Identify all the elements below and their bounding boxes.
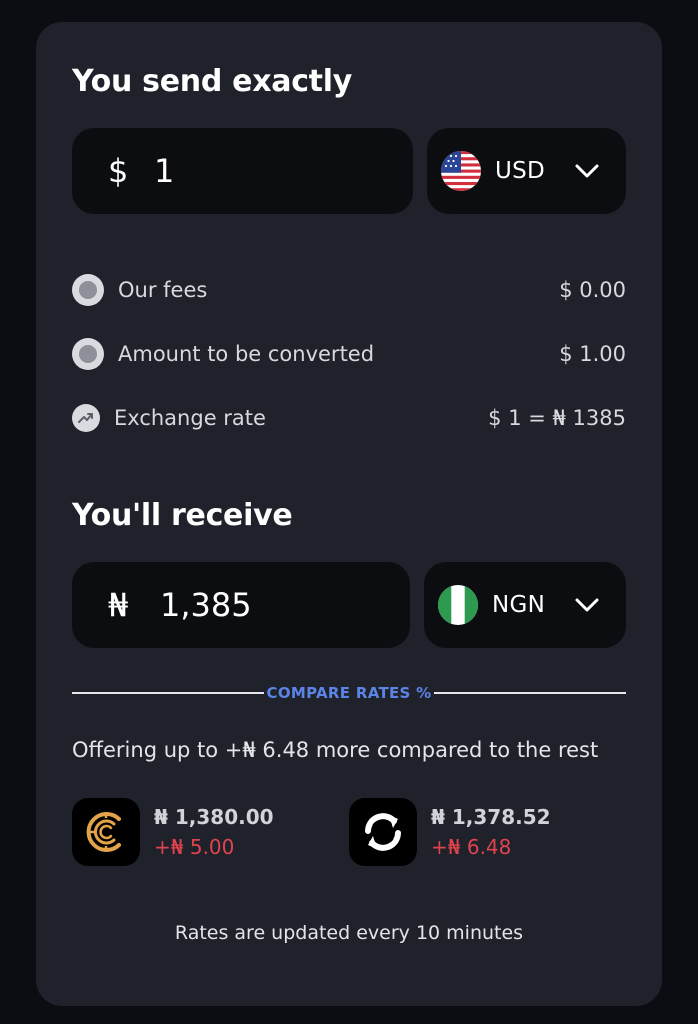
offer-text: Offering up to +₦ 6.48 more compared to …: [72, 738, 599, 762]
send-amount-value: 1: [154, 152, 175, 190]
ng-flag-icon: [438, 585, 478, 625]
send-currency-symbol: $: [108, 152, 129, 190]
us-flag-icon: [441, 151, 481, 191]
receive-currency-symbol: ₦: [108, 586, 129, 624]
compare-rates-label[interactable]: COMPARE RATES %: [254, 684, 444, 702]
send-currency-code: USD: [495, 158, 546, 184]
rates-update-note: Rates are updated every 10 minutes: [174, 922, 524, 944]
divider-left: [72, 692, 264, 694]
fees-label: Our fees: [118, 278, 208, 302]
converted-amount-value: $ 1.00: [559, 342, 626, 366]
divider-right: [434, 692, 626, 694]
receive-amount-value: 1,385: [160, 586, 252, 624]
receive-currency-selector[interactable]: NGN: [424, 562, 626, 648]
send-amount-input[interactable]: $ 1: [72, 128, 413, 214]
provider-diff: +₦ 6.48: [431, 835, 512, 859]
circle-dot-icon: [72, 338, 104, 370]
provider-rate: ₦ 1,378.52: [431, 805, 551, 829]
chevron-down-icon: [575, 598, 599, 612]
receive-currency-code: NGN: [492, 592, 546, 618]
trending-up-icon: [72, 404, 100, 432]
provider-diff: +₦ 5.00: [154, 835, 235, 859]
exchange-rate-row: Exchange rate $ 1 = ₦ 1385: [72, 398, 626, 438]
converted-amount-row: Amount to be converted $ 1.00: [72, 334, 626, 374]
conversion-card: You send exactly $ 1 USD Our fees $ 0.00…: [36, 22, 662, 1006]
receive-title: You'll receive: [72, 498, 293, 533]
circle-dot-icon: [72, 274, 104, 306]
fees-value: $ 0.00: [559, 278, 626, 302]
provider-rate: ₦ 1,380.00: [154, 805, 274, 829]
provider-item: ₦ 1,378.52 +₦ 6.48: [349, 798, 551, 866]
sync-arrows-logo-icon: [349, 798, 417, 866]
send-currency-selector[interactable]: USD: [427, 128, 626, 214]
send-title: You send exactly: [72, 64, 352, 99]
exchange-rate-label: Exchange rate: [114, 406, 266, 430]
converted-amount-label: Amount to be converted: [118, 342, 375, 366]
provider-item: ₦ 1,380.00 +₦ 5.00: [72, 798, 274, 866]
fees-row: Our fees $ 0.00: [72, 270, 626, 310]
chevron-down-icon: [575, 164, 599, 178]
receive-amount-input[interactable]: ₦ 1,385: [72, 562, 410, 648]
exchange-rate-value: $ 1 = ₦ 1385: [488, 406, 626, 430]
c-ring-logo-icon: [72, 798, 140, 866]
